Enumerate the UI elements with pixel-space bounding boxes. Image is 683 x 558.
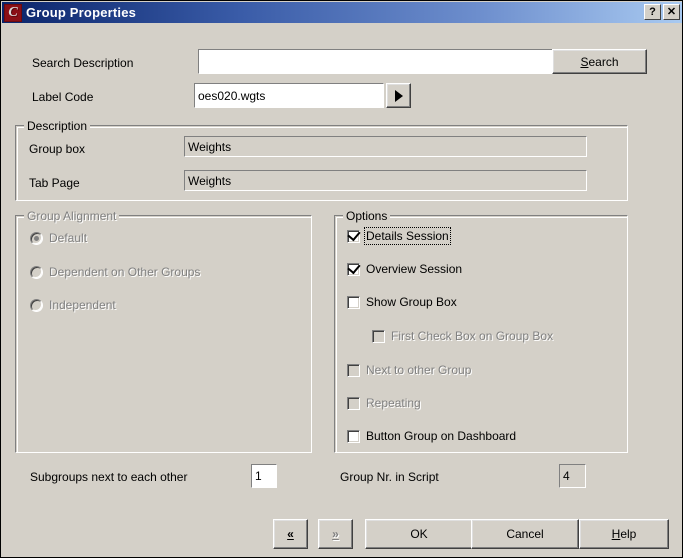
- window-title: Group Properties: [26, 5, 136, 20]
- previous-button[interactable]: «: [273, 519, 308, 549]
- radio-dependent-on-other-groups[interactable]: Dependent on Other Groups: [30, 265, 200, 279]
- group-box-label: Group box: [29, 142, 85, 156]
- checkbox-button-group-box: [347, 430, 360, 443]
- group-nr-input[interactable]: [559, 464, 586, 488]
- checkbox-overview-session[interactable]: Overview Session: [347, 262, 462, 276]
- app-logo-icon: C: [4, 4, 22, 22]
- title-bar[interactable]: C Group Properties ? ✕: [2, 2, 683, 23]
- ok-button[interactable]: OK: [365, 519, 473, 549]
- window-controls: ? ✕: [644, 4, 680, 20]
- previous-button-label: «: [287, 527, 294, 541]
- ok-button-label: OK: [410, 527, 427, 541]
- checkbox-button-group-label: Button Group on Dashboard: [366, 429, 516, 443]
- radio-default-indicator: [30, 232, 43, 245]
- search-description-label: Search Description: [32, 56, 133, 70]
- subgroups-label: Subgroups next to each other: [30, 470, 187, 484]
- radio-default-label: Default: [49, 231, 87, 245]
- radio-independent[interactable]: Independent: [30, 298, 116, 312]
- checkbox-details-session[interactable]: Details Session: [347, 229, 449, 243]
- checkbox-next-to-other-group-box: [347, 364, 360, 377]
- radio-dependent-label: Dependent on Other Groups: [49, 265, 200, 279]
- cancel-button-label: Cancel: [506, 527, 543, 541]
- group-box-description-input[interactable]: [184, 136, 587, 157]
- checkbox-first-check-box-on-group-box[interactable]: First Check Box on Group Box: [372, 329, 553, 343]
- group-nr-label: Group Nr. in Script: [340, 470, 439, 484]
- description-legend: Description: [24, 119, 90, 133]
- tab-page-description-input[interactable]: [184, 170, 587, 191]
- checkbox-show-group-box-label: Show Group Box: [366, 295, 457, 309]
- radio-independent-indicator: [30, 299, 43, 312]
- checkbox-show-group-box-box: [347, 296, 360, 309]
- help-button[interactable]: Help: [579, 519, 669, 549]
- checkbox-repeating[interactable]: Repeating: [347, 396, 421, 410]
- subgroups-input[interactable]: [251, 464, 277, 488]
- radio-independent-label: Independent: [49, 298, 116, 312]
- tab-page-label: Tab Page: [29, 176, 80, 190]
- next-button[interactable]: »: [318, 519, 353, 549]
- options-legend: Options: [343, 209, 390, 223]
- search-description-input[interactable]: [198, 49, 553, 74]
- checkbox-show-group-box[interactable]: Show Group Box: [347, 295, 457, 309]
- label-code-input[interactable]: [194, 83, 384, 108]
- triangle-right-icon: [395, 90, 403, 102]
- checkbox-repeating-box: [347, 397, 360, 410]
- checkbox-next-to-other-group-label: Next to other Group: [366, 363, 471, 377]
- label-code-dropdown-button[interactable]: [386, 83, 411, 108]
- group-alignment-groupbox: Group Alignment: [15, 215, 312, 453]
- close-icon[interactable]: ✕: [663, 4, 680, 20]
- group-alignment-legend: Group Alignment: [24, 209, 119, 223]
- group-properties-dialog: C Group Properties ? ✕ Search Descriptio…: [0, 0, 683, 558]
- help-button-rest: elp: [620, 527, 636, 541]
- radio-dependent-indicator: [30, 266, 43, 279]
- radio-default[interactable]: Default: [30, 231, 87, 245]
- next-button-label: »: [332, 527, 339, 541]
- checkbox-details-session-box: [347, 230, 360, 243]
- checkbox-overview-session-label: Overview Session: [366, 262, 462, 276]
- checkbox-first-check-box-label: First Check Box on Group Box: [391, 329, 553, 343]
- help-titlebar-button[interactable]: ?: [644, 4, 661, 20]
- checkbox-first-check-box-box: [372, 330, 385, 343]
- search-button[interactable]: Search: [552, 49, 647, 74]
- checkbox-button-group-on-dashboard[interactable]: Button Group on Dashboard: [347, 429, 516, 443]
- label-code-label: Label Code: [32, 90, 93, 104]
- checkbox-repeating-label: Repeating: [366, 396, 421, 410]
- checkbox-next-to-other-group[interactable]: Next to other Group: [347, 363, 471, 377]
- search-button-rest: earch: [588, 55, 618, 69]
- cancel-button[interactable]: Cancel: [471, 519, 579, 549]
- checkbox-overview-session-box: [347, 263, 360, 276]
- checkbox-details-session-label: Details Session: [366, 229, 449, 243]
